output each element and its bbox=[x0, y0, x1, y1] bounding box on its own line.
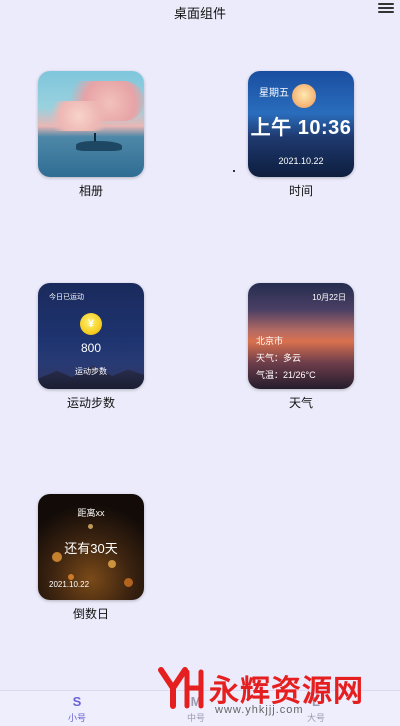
widget-album[interactable]: 相册 bbox=[38, 71, 144, 199]
rock-image bbox=[76, 141, 122, 151]
countdown-widget-tile[interactable]: 距离xx 还有30天 2021.10.22 bbox=[38, 494, 144, 600]
time-widget-tile[interactable]: 星期五 上午 10:36 2021.10.22 bbox=[248, 71, 354, 177]
steps-widget-tile[interactable]: 今日已运动 ¥ 800 运动步数 bbox=[38, 283, 144, 389]
small-size-icon: S bbox=[72, 694, 82, 709]
album-widget-tile[interactable] bbox=[38, 71, 144, 177]
weekday-text: 星期五 bbox=[259, 88, 289, 99]
weather-temperature: 气温：21/26°C bbox=[256, 370, 316, 380]
cloud-image bbox=[44, 101, 114, 131]
person-silhouette bbox=[94, 133, 96, 141]
tab-small[interactable]: S 小号 bbox=[47, 691, 107, 726]
bokeh-light bbox=[124, 578, 133, 587]
countdown-days: 还有30天 bbox=[64, 541, 118, 556]
bokeh-light bbox=[88, 524, 93, 529]
coin-icon: ¥ bbox=[80, 313, 102, 335]
page-title: 桌面组件 bbox=[173, 6, 226, 21]
step-count: 800 bbox=[80, 341, 102, 355]
widget-countdown[interactable]: 距离xx 还有30天 2021.10.22 倒数日 bbox=[38, 494, 144, 622]
sun-icon bbox=[292, 84, 316, 108]
steps-caption: 运动步数 bbox=[75, 367, 107, 376]
stray-dot bbox=[233, 170, 235, 172]
watermark-url: www.yhkjjj.com bbox=[215, 704, 304, 716]
weather-condition: 天气：多云 bbox=[256, 353, 302, 363]
widget-weather[interactable]: 10月22日 北京市 天气：多云 气温：21/26°C 天气 bbox=[248, 283, 354, 411]
widget-label-album: 相册 bbox=[78, 184, 103, 198]
watermark-logo-icon bbox=[158, 667, 204, 709]
watermark: 永辉资源网 www.yhkjjj.com bbox=[157, 666, 397, 718]
widget-time[interactable]: 星期五 上午 10:36 2021.10.22 时间 bbox=[248, 71, 354, 199]
widget-steps[interactable]: 今日已运动 ¥ 800 运动步数 运动步数 bbox=[38, 283, 144, 411]
today-exercised-text: 今日已运动 bbox=[49, 294, 84, 301]
widget-label-countdown: 倒数日 bbox=[72, 607, 109, 621]
tab-label: 小号 bbox=[67, 713, 86, 723]
weather-date: 10月22日 bbox=[312, 293, 346, 302]
clock-text: 上午 10:36 bbox=[250, 117, 352, 139]
menu-icon[interactable] bbox=[378, 2, 394, 16]
weather-widget-tile[interactable]: 10月22日 北京市 天气：多云 气温：21/26°C bbox=[248, 283, 354, 389]
countdown-date: 2021.10.22 bbox=[49, 580, 90, 589]
app-header: 桌面组件 bbox=[0, 0, 400, 22]
widget-label-steps: 运动步数 bbox=[66, 396, 115, 410]
widget-label-weather: 天气 bbox=[288, 396, 313, 410]
widget-label-time: 时间 bbox=[288, 184, 313, 198]
bokeh-light bbox=[108, 560, 116, 568]
weather-city: 北京市 bbox=[256, 336, 284, 346]
countdown-distance: 距离xx bbox=[77, 508, 105, 518]
date-text: 2021.10.22 bbox=[278, 156, 324, 166]
